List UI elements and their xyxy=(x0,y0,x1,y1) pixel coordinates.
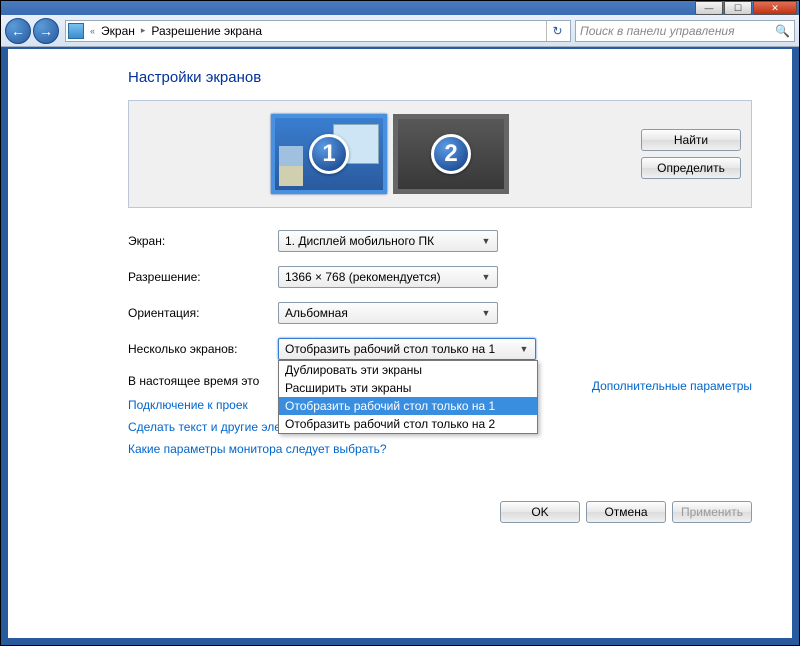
search-input[interactable]: Поиск в панели управления 🔍 xyxy=(575,20,795,42)
multiple-displays-row: Несколько экранов: Отобразить рабочий ст… xyxy=(128,338,752,360)
control-panel-icon xyxy=(68,23,84,39)
panel-buttons: Найти Определить xyxy=(641,129,741,179)
dropdown-option[interactable]: Расширить эти экраны xyxy=(279,379,537,397)
multiple-displays-dropdown: Дублировать эти экраны Расширить эти экр… xyxy=(278,360,538,434)
combo-value: Альбомная xyxy=(285,306,348,320)
advanced-settings-link[interactable]: Дополнительные параметры xyxy=(592,379,752,393)
minimize-button[interactable]: — xyxy=(695,1,723,15)
resolution-combobox[interactable]: 1366 × 768 (рекомендуется) ▼ xyxy=(278,266,498,288)
resolution-label: Разрешение: xyxy=(128,270,278,284)
dropdown-option[interactable]: Отобразить рабочий стол только на 2 xyxy=(279,415,537,433)
chevron-icon: « xyxy=(86,26,99,36)
monitor-1[interactable]: 1 xyxy=(271,114,387,194)
monitors-container: 1 2 xyxy=(139,114,641,194)
settings-form: Экран: 1. Дисплей мобильного ПК ▼ Разреш… xyxy=(128,230,752,456)
multiple-displays-label: Несколько экранов: xyxy=(128,342,278,356)
orientation-label: Ориентация: xyxy=(128,306,278,320)
display-combobox[interactable]: 1. Дисплей мобильного ПК ▼ xyxy=(278,230,498,252)
chevron-down-icon: ▼ xyxy=(478,236,494,246)
titlebar: — ☐ ✕ xyxy=(1,1,799,15)
dropdown-option[interactable]: Дублировать эти экраны xyxy=(279,361,537,379)
dialog-buttons: OK Отмена Применить xyxy=(500,501,752,523)
refresh-button[interactable]: ↻ xyxy=(546,21,568,41)
dropdown-option[interactable]: Отобразить рабочий стол только на 1 xyxy=(279,397,537,415)
page-title: Настройки экранов xyxy=(128,69,752,86)
chevron-down-icon: ▼ xyxy=(516,344,532,354)
combo-value: Отобразить рабочий стол только на 1 xyxy=(285,342,495,356)
combo-value: 1. Дисплей мобильного ПК xyxy=(285,234,434,248)
monitor-2[interactable]: 2 xyxy=(393,114,509,194)
find-button[interactable]: Найти xyxy=(641,129,741,151)
breadcrumb-item[interactable]: Экран xyxy=(99,24,137,38)
search-placeholder: Поиск в панели управления xyxy=(580,24,735,38)
cancel-button[interactable]: Отмена xyxy=(586,501,666,523)
back-button[interactable]: ← xyxy=(5,18,31,44)
monitors-preview-panel: 1 2 Найти Определить xyxy=(128,100,752,208)
monitor-number-badge: 2 xyxy=(431,134,471,174)
chevron-icon: ▸ xyxy=(137,25,150,36)
ok-button[interactable]: OK xyxy=(500,501,580,523)
chevron-down-icon: ▼ xyxy=(478,272,494,282)
orientation-combobox[interactable]: Альбомная ▼ xyxy=(278,302,498,324)
chevron-down-icon: ▼ xyxy=(478,308,494,318)
navigation-bar: ← → « Экран ▸ Разрешение экрана ↻ Поиск … xyxy=(1,15,799,47)
maximize-button[interactable]: ☐ xyxy=(724,1,752,15)
apply-button[interactable]: Применить xyxy=(672,501,752,523)
monitor-number-badge: 1 xyxy=(309,134,349,174)
display-row: Экран: 1. Дисплей мобильного ПК ▼ xyxy=(128,230,752,252)
content-area: Настройки экранов 1 2 Найти Определить Э… xyxy=(8,49,792,638)
breadcrumb-item[interactable]: Разрешение экрана xyxy=(149,24,264,38)
orientation-row: Ориентация: Альбомная ▼ xyxy=(128,302,752,324)
breadcrumb[interactable]: « Экран ▸ Разрешение экрана ↻ xyxy=(65,20,571,42)
combo-value: 1366 × 768 (рекомендуется) xyxy=(285,270,441,284)
identify-button[interactable]: Определить xyxy=(641,157,741,179)
forward-button[interactable]: → xyxy=(33,18,59,44)
search-icon: 🔍 xyxy=(775,24,790,38)
multiple-displays-combobox[interactable]: Отобразить рабочий стол только на 1 ▼ Ду… xyxy=(278,338,536,360)
which-monitor-link[interactable]: Какие параметры монитора следует выбрать… xyxy=(128,442,752,456)
resolution-row: Разрешение: 1366 × 768 (рекомендуется) ▼ xyxy=(128,266,752,288)
control-panel-window: — ☐ ✕ ← → « Экран ▸ Разрешение экрана ↻ … xyxy=(0,0,800,646)
display-label: Экран: xyxy=(128,234,278,248)
close-button[interactable]: ✕ xyxy=(753,1,797,15)
